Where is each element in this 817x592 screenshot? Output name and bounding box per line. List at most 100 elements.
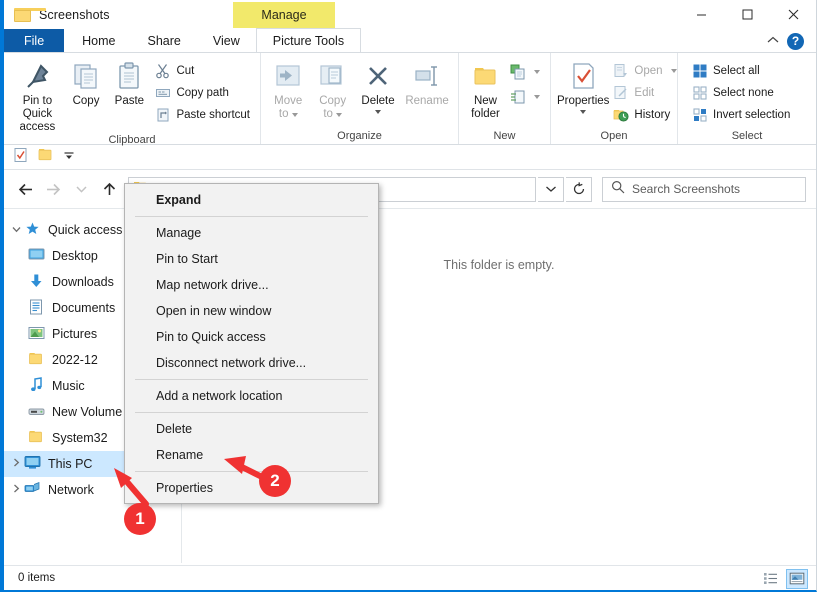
pin-icon xyxy=(21,60,53,92)
sidebar-label: This PC xyxy=(48,457,93,471)
minimize-button[interactable] xyxy=(678,0,724,29)
copy-path-button[interactable]: Copy path xyxy=(151,83,254,103)
paste-shortcut-label: Paste shortcut xyxy=(176,109,250,121)
context-menu-item-map-network-drive[interactable]: Map network drive... xyxy=(125,272,378,298)
edit-button[interactable]: Edit xyxy=(609,83,680,103)
delete-button[interactable]: Delete xyxy=(356,58,400,114)
tab-view[interactable]: View xyxy=(197,29,256,52)
help-icon[interactable]: ? xyxy=(787,32,804,50)
context-menu-item-delete[interactable]: Delete xyxy=(125,416,378,442)
customize-qat-icon[interactable] xyxy=(63,148,75,166)
new-item-button[interactable] xyxy=(506,62,544,82)
tab-share[interactable]: Share xyxy=(132,29,197,52)
copy-path-label: Copy path xyxy=(176,87,229,99)
sidebar-label: New Volume xyxy=(52,405,123,419)
rename-icon xyxy=(411,60,443,92)
select-all-label: Select all xyxy=(713,65,760,77)
folder-icon xyxy=(28,351,45,369)
tab-home[interactable]: Home xyxy=(66,29,131,52)
tab-file[interactable]: File xyxy=(4,29,65,52)
new-folder-qat-icon[interactable] xyxy=(38,147,54,167)
pin-label-line2: access xyxy=(19,121,56,133)
network-icon xyxy=(24,481,41,499)
close-button[interactable] xyxy=(770,0,816,29)
copy-to-button[interactable]: Copy to xyxy=(311,58,353,121)
copy-path-icon xyxy=(155,85,171,101)
new-folder-button[interactable]: New folder xyxy=(465,58,506,121)
copy-button[interactable]: Copy xyxy=(65,58,107,108)
sidebar-label: Pictures xyxy=(52,327,98,341)
back-button[interactable] xyxy=(12,176,38,202)
context-menu-item-disconnect-network-drive[interactable]: Disconnect network drive... xyxy=(125,350,378,376)
large-icons-view-button[interactable] xyxy=(786,568,808,589)
delete-caret-icon[interactable] xyxy=(375,110,382,114)
pin-to-quick-access-button[interactable]: Pin to Quick access xyxy=(10,58,65,134)
search-input[interactable]: Search Screenshots xyxy=(602,176,806,202)
tab-picture-tools[interactable]: Picture Tools xyxy=(255,28,362,52)
properties-icon xyxy=(567,60,599,92)
recent-locations-button[interactable] xyxy=(68,176,94,202)
history-button[interactable]: History xyxy=(609,105,680,125)
context-menu-item-pin-to-start[interactable]: Pin to Start xyxy=(125,246,378,272)
chevron-right-icon[interactable] xyxy=(8,458,24,470)
refresh-button[interactable] xyxy=(566,176,592,202)
collapse-ribbon-icon[interactable] xyxy=(767,35,779,47)
chevron-right-icon[interactable] xyxy=(8,484,24,496)
move-to-button[interactable]: Move to xyxy=(267,58,309,121)
properties-button[interactable]: Properties xyxy=(557,58,609,114)
view-toggle-buttons xyxy=(760,566,808,591)
open-label: Open xyxy=(634,65,663,77)
context-menu-item-rename[interactable]: Rename xyxy=(125,442,378,468)
new-folder-label-line2: folder xyxy=(471,108,500,120)
context-menu-separator xyxy=(135,471,368,472)
paste-shortcut-button[interactable]: Paste shortcut xyxy=(151,105,254,125)
invert-selection-icon xyxy=(692,107,708,123)
context-menu-item-manage[interactable]: Manage xyxy=(125,220,378,246)
context-menu-item-properties[interactable]: Properties xyxy=(125,475,378,501)
easy-access-button[interactable] xyxy=(506,87,544,107)
documents-icon xyxy=(28,299,45,318)
select-all-button[interactable]: Select all xyxy=(688,61,794,81)
context-menu[interactable]: Expand Manage Pin to Start Map network d… xyxy=(124,183,379,504)
up-button[interactable] xyxy=(96,176,122,202)
group-label-organize: Organize xyxy=(337,130,382,142)
invert-selection-button[interactable]: Invert selection xyxy=(688,105,794,125)
cut-button[interactable]: Cut xyxy=(151,61,254,81)
context-menu-separator xyxy=(135,379,368,380)
ribbon-tabs: File Home Share View Picture Tools ? xyxy=(4,28,816,53)
open-icon xyxy=(613,63,629,79)
music-icon xyxy=(28,376,45,396)
edit-icon xyxy=(613,85,629,101)
context-menu-item-pin-to-quick-access[interactable]: Pin to Quick access xyxy=(125,324,378,350)
context-menu-item-add-network-location[interactable]: Add a network location xyxy=(125,383,378,409)
path-dropdown-button[interactable] xyxy=(538,176,564,202)
rename-button[interactable]: Rename xyxy=(402,58,452,108)
chevron-down-icon[interactable] xyxy=(8,225,24,236)
annotation-badge-2: 2 xyxy=(259,465,291,497)
details-view-button[interactable] xyxy=(760,569,782,589)
context-menu-item-open-in-new-window[interactable]: Open in new window xyxy=(125,298,378,324)
open-button[interactable]: Open xyxy=(609,61,680,81)
window-title: Screenshots xyxy=(39,7,110,22)
delete-label: Delete xyxy=(361,95,395,107)
paste-label: Paste xyxy=(114,95,145,107)
properties-caret-icon[interactable] xyxy=(580,110,587,114)
select-all-icon xyxy=(692,63,708,79)
ribbon-group-select: Select all Select none Invert selection … xyxy=(678,53,816,144)
paste-icon xyxy=(113,60,145,92)
paste-button[interactable]: Paste xyxy=(107,58,151,108)
move-to-label-line2: to xyxy=(278,108,289,120)
group-label-clipboard: Clipboard xyxy=(108,134,156,146)
properties-qat-icon[interactable] xyxy=(13,147,29,168)
context-menu-item-expand[interactable]: Expand xyxy=(125,187,378,213)
file-explorer-window: Screenshots Manage File Home Share View … xyxy=(0,0,817,592)
select-small-buttons: Select all Select none Invert selection xyxy=(684,58,794,125)
group-label-select: Select xyxy=(731,130,763,142)
move-to-label-line1: Move xyxy=(274,95,303,107)
sidebar-label: Music xyxy=(52,379,85,393)
easy-access-icon xyxy=(510,89,526,105)
forward-button[interactable] xyxy=(40,176,66,202)
maximize-button[interactable] xyxy=(724,0,770,29)
new-folder-label-line1: New xyxy=(473,95,497,107)
select-none-button[interactable]: Select none xyxy=(688,83,794,103)
